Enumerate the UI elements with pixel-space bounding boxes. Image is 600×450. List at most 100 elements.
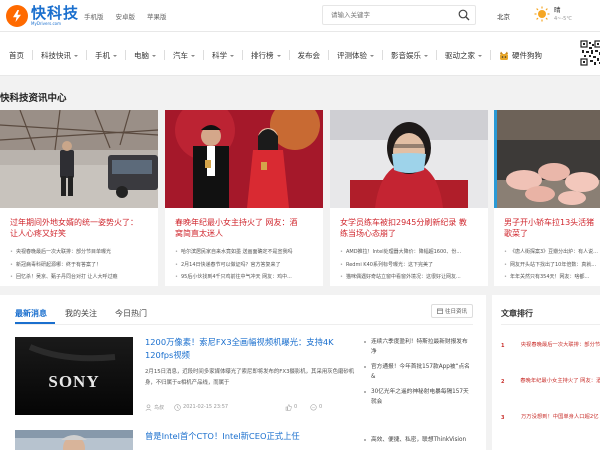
card-headline-cont[interactable]: 练当场心态崩了 — [340, 228, 485, 239]
news-tabs: 最新消息 我的关注 今日热门 — [15, 308, 147, 319]
nav-science[interactable]: 科学 — [212, 50, 234, 61]
ranking-text: 央视春晚最后一次大联排：部分节目单曝光 — [520, 342, 600, 348]
qr-code-icon — [580, 40, 600, 66]
list-item[interactable]: Redmi K40系列标号曝光：这下完美了 — [340, 259, 488, 272]
list-item[interactable]: 30亿光年之遥的神秘射电暴每隔157天就会 — [363, 387, 473, 407]
card-headline-cont[interactable]: 窝简直太迷人 — [175, 228, 320, 239]
news-thumbnail[interactable]: SONY — [15, 337, 133, 415]
calendar-icon — [437, 308, 443, 314]
news-headline[interactable]: 曾是Intel首个CTO！Intel新CEO正式上任 — [145, 430, 357, 443]
card-image[interactable] — [165, 110, 323, 208]
like-button[interactable]: 0 — [285, 403, 298, 411]
top-bar: 快科技 MyDrivers.com 手机版 安卓版 苹果版 北京 晴 4~-5℃ — [0, 0, 600, 32]
nav-auto[interactable]: 汽车 — [173, 50, 195, 61]
like-count: 0 — [294, 404, 298, 410]
card-image[interactable] — [0, 110, 158, 208]
logo-domain: MyDrivers.com — [31, 21, 62, 26]
card-image[interactable] — [330, 110, 488, 208]
logo-name: 快科技 — [31, 5, 80, 22]
ranking-text: 春晚年纪最小女主持火了 网友：酒窝简直太迷人 — [520, 378, 600, 384]
tab-latest[interactable]: 最新消息 — [15, 308, 47, 319]
card-image[interactable] — [494, 110, 600, 208]
news-headline[interactable]: 1200万像素！索尼FX3全画幅视频机曝光：支持4K 120fps视频 — [145, 336, 357, 362]
comment-button[interactable]: 0 — [310, 403, 322, 411]
card-headline[interactable]: 女学员练车被扣2945分刷新纪录 教 — [340, 217, 485, 228]
featured-card[interactable]: 女学员练车被扣2945分刷新纪录 教 练当场心态崩了 AMD推拉！Intel处理… — [330, 110, 488, 286]
list-item[interactable]: 95后小伙找到4千只鸡前往中气冲天 网友：鸡中... — [175, 271, 323, 284]
list-item[interactable]: 猫咪偶遇好奇站立窗中看窗外境况：这很好让网友... — [340, 271, 488, 284]
tab-following[interactable]: 我的关注 — [65, 308, 97, 319]
nav-label: 评测体验 — [337, 51, 367, 60]
chevron-down-icon — [152, 54, 156, 57]
site-logo[interactable]: 快科技 MyDrivers.com — [6, 5, 79, 27]
thumbs-up-icon — [285, 403, 292, 411]
nav-label: 硬件狗狗 — [512, 51, 542, 60]
list-item[interactable]: 《唐人街探案3》豆瓣分出炉：有人说... — [504, 246, 600, 259]
nav-pc[interactable]: 电脑 — [134, 50, 156, 61]
ranking-number: 3 — [501, 415, 505, 421]
news-thumbnail[interactable] — [15, 430, 133, 450]
section-title: 快科技资讯中心 — [0, 93, 67, 104]
card-headline-cont[interactable]: 歌菜了 — [504, 228, 600, 239]
chevron-down-icon — [230, 54, 234, 57]
list-item[interactable]: 新冠病毒科研起源哪：终于有答案了！ — [10, 259, 158, 272]
list-item[interactable]: 网友开头站下找出了10年倍数：真就... — [504, 259, 600, 272]
link-ios[interactable]: 苹果版 — [147, 11, 167, 21]
nav-label: 手机 — [95, 51, 110, 60]
nav-rankings[interactable]: 排行榜 — [251, 50, 281, 61]
ranking-title: 文章排行 — [501, 309, 533, 318]
tab-hot-today[interactable]: 今日热门 — [115, 308, 147, 319]
nav-divider — [328, 50, 329, 60]
list-item[interactable]: 哈尔滨居民家自来水竟如墨 送画面确定不是宣我吗 — [175, 246, 323, 259]
list-item[interactable]: 2月14日快递春节可以做证吗？官方答复来了 — [175, 259, 323, 272]
featured-card[interactable]: 春晚年纪最小女主持火了 网友：酒 窝简直太迷人 哈尔滨居民家自来水竟如墨 送画面… — [165, 110, 323, 286]
news-author[interactable]: 鸟叔 — [154, 404, 164, 411]
ranking-divider — [501, 324, 600, 325]
card-headline[interactable]: 春晚年纪最小女主持火了 网友：酒 — [175, 217, 320, 228]
search-box — [322, 5, 476, 25]
card-headline[interactable]: 男子开小轿车拉13头活猪 — [504, 217, 600, 228]
search-input[interactable] — [331, 6, 451, 24]
list-item[interactable]: 官方通报！今年首批157款App被“点名& — [363, 362, 473, 382]
card-headline-cont[interactable]: 让人心疼又好笑 — [10, 228, 155, 239]
news-meta: 鸟叔 2021-02-15 23:57 0 0 — [145, 402, 325, 412]
nav-divider — [382, 50, 383, 60]
side-headline[interactable]: 高效、便捷、私密，联想ThinkVision — [363, 435, 473, 445]
card-headline[interactable]: 过年期间外地女婿的统一姿势火了： — [10, 217, 155, 228]
ranking-item[interactable]: 3 万万没想到！中国单身人口超2亿 年轻人 — [501, 413, 600, 422]
featured-card[interactable]: 男子开小轿车拉13头活猪 歌菜了 《唐人街探案3》豆瓣分出炉：有人说... 网友… — [494, 110, 600, 286]
nav-divider — [490, 50, 491, 60]
ranking-item[interactable]: 2 春晚年纪最小女主持火了 网友：酒窝简直太迷人 — [501, 377, 600, 386]
link-android[interactable]: 安卓版 — [116, 11, 136, 21]
ranking-item[interactable]: 1 央视春晚最后一次大联排：部分节目单曝光 — [501, 341, 600, 350]
past-news-button[interactable]: 往日资讯 — [431, 304, 473, 318]
nav-label: 科学 — [212, 51, 227, 60]
nav-launch-events[interactable]: 发布会 — [298, 50, 321, 61]
nav-reviews[interactable]: 评测体验 — [337, 50, 374, 61]
list-item[interactable]: AMD推拉！Intel处理器大降价：降幅超1600、份... — [340, 246, 488, 259]
sun-icon — [534, 6, 550, 22]
nav-hardware-dog[interactable]: 硬件狗狗 — [499, 50, 542, 61]
list-item[interactable]: 连续六季度盈利！特斯拉最新财报发布 净 — [363, 337, 473, 357]
nav-tech-news[interactable]: 科技快讯 — [41, 50, 78, 61]
weather-condition: 晴 — [554, 6, 561, 14]
nav-label: 排行榜 — [251, 51, 274, 60]
chevron-down-icon — [370, 54, 374, 57]
chevron-down-icon — [191, 54, 195, 57]
link-mobile[interactable]: 手机版 — [84, 11, 104, 21]
featured-card[interactable]: 过年期间外地女婿的统一姿势火了： 让人心疼又好笑 央视春晚最后一次大联排：部分节… — [0, 110, 158, 286]
list-item[interactable]: 央视春晚最后一次大联排：部分节目单曝光 — [10, 246, 158, 259]
city-name[interactable]: 北京 — [497, 11, 510, 21]
nav-divider — [436, 50, 437, 60]
search-icon[interactable] — [458, 9, 470, 21]
nav-drivers[interactable]: 驱动之家 — [445, 50, 482, 61]
app-links: 手机版 安卓版 苹果版 — [84, 11, 167, 21]
list-item[interactable]: 年年关然只有354天！网友：啥都... — [504, 271, 600, 284]
nav-divider — [203, 50, 204, 60]
clock-icon — [174, 403, 181, 411]
list-item[interactable]: 回忆杀！吴京、甄子丹同台对打 让人大呼过瘾 — [10, 271, 158, 284]
news-feed: 最新消息 我的关注 今日热门 往日资讯 SONY 1200万像素！索尼FX3全画… — [0, 295, 486, 450]
nav-phone[interactable]: 手机 — [95, 50, 117, 61]
nav-entertainment[interactable]: 影音娱乐 — [391, 50, 428, 61]
nav-home[interactable]: 首页 — [9, 50, 24, 61]
